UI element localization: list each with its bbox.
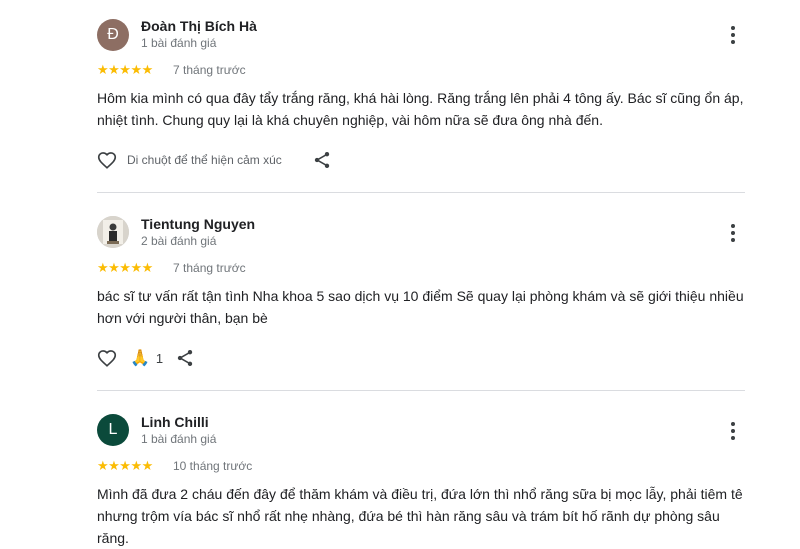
more-options-icon[interactable] [724, 420, 742, 442]
review-text: Mình đã đưa 2 cháu đến đây để thăm khám … [97, 486, 743, 546]
star-rating: ★★★★★ [97, 458, 153, 473]
avatar[interactable]: L [97, 414, 129, 446]
reviewer-review-count: 1 bài đánh giá [141, 432, 217, 446]
review-time: 10 tháng trước [173, 459, 253, 473]
avatar-letter: L [108, 421, 118, 438]
review-card: L Linh Chilli 1 bài đánh giá ★★★★★ 10 th… [0, 0, 800, 546]
reviewer-name[interactable]: Linh Chilli [141, 414, 209, 430]
